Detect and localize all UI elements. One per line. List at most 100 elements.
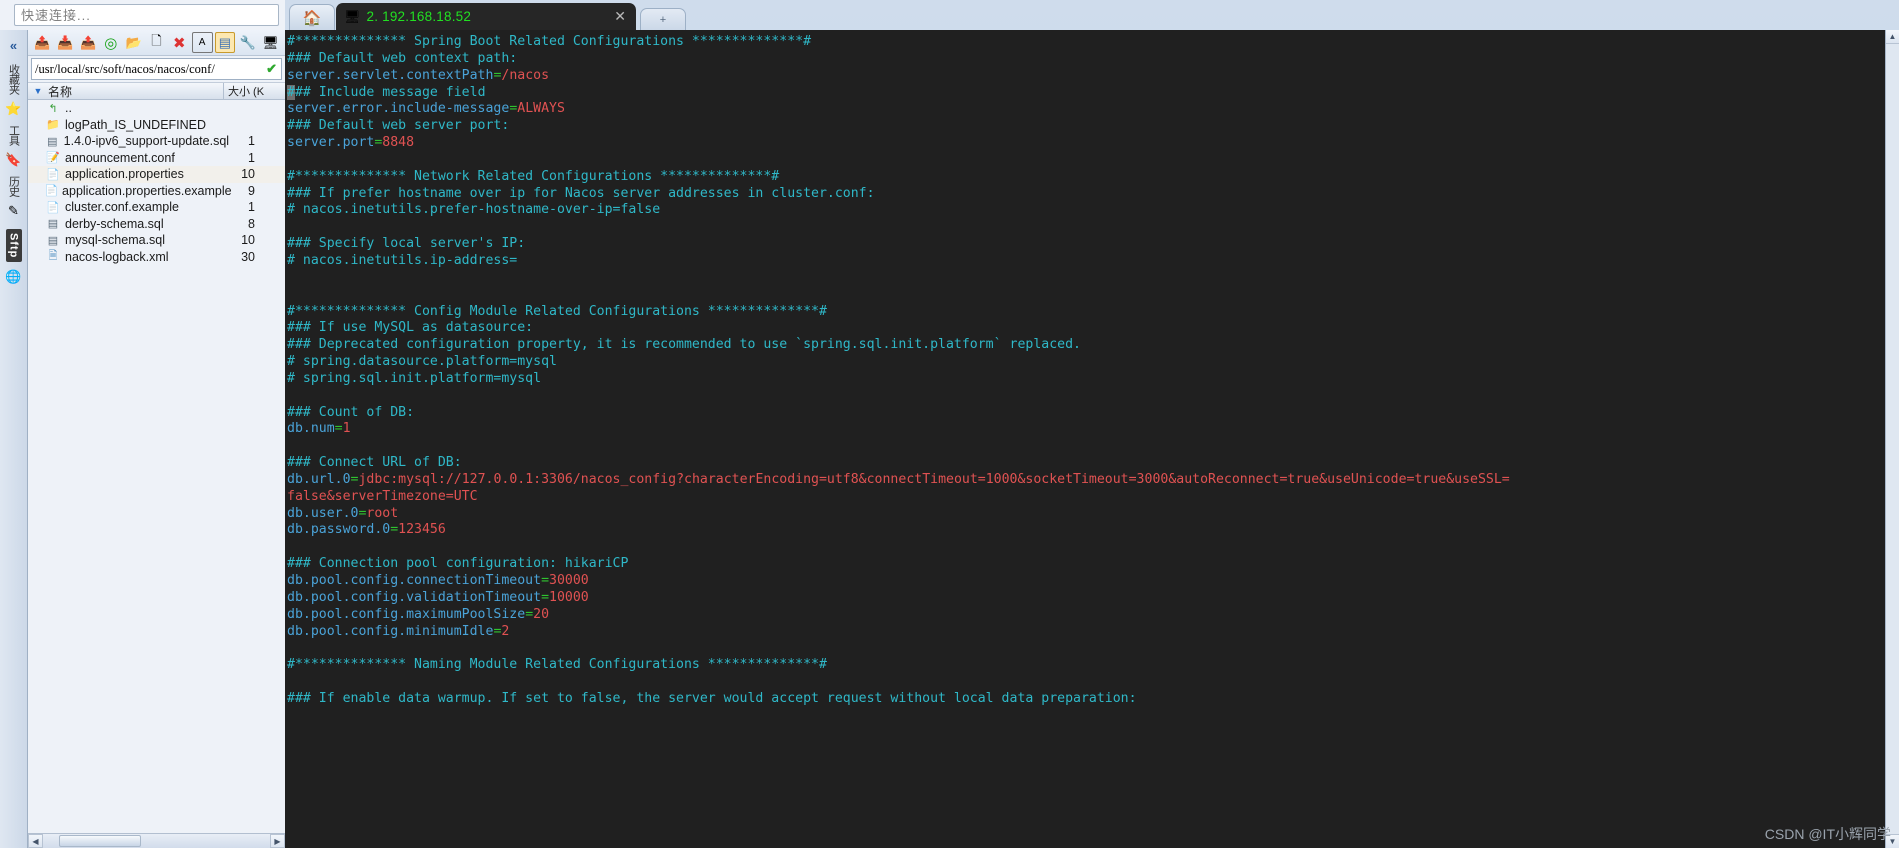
vertical-label-favorites[interactable]: 收藏夹 <box>8 64 20 94</box>
new-folder-icon[interactable]: 📂 <box>123 32 144 53</box>
close-icon[interactable]: ✕ <box>596 8 626 25</box>
sftp-body: « 收藏夹 ⭐ 工具 🔖 历史 ✎ Sftp 🌐 📤 📥 📤 ◎ 📂 🗋 ✖ A… <box>0 30 285 848</box>
terminal-icon[interactable]: 🖥 <box>260 32 281 53</box>
terminal-span: #************** Naming Module Related Co… <box>287 657 827 673</box>
quick-connect-input[interactable]: 快速连接... <box>14 4 279 26</box>
terminal-span: 10000 <box>549 589 589 605</box>
horizontal-scrollbar[interactable]: ◀ ▶ <box>28 833 285 848</box>
rename-icon[interactable]: A <box>191 32 213 53</box>
vertical-label-history[interactable]: 历史 <box>8 176 20 196</box>
plain-file-icon: 📄 <box>44 185 59 198</box>
terminal-span: db.num <box>287 421 335 437</box>
file-row[interactable]: 📄 application.properties.example 9 <box>28 183 285 200</box>
terminal-span: db.pool.config.minimumIdle <box>287 623 494 639</box>
terminal-span: 30000 <box>549 573 589 588</box>
settings-icon[interactable]: 🔧 <box>237 32 258 53</box>
list-view-icon[interactable]: ▤ <box>214 32 236 53</box>
terminal-line: db.password.0=123456 <box>287 522 1885 539</box>
column-header-name[interactable]: 名称 <box>48 83 223 100</box>
scroll-track[interactable] <box>1886 44 1899 834</box>
file-name: application.properties <box>65 167 184 182</box>
tab-home[interactable]: 🏠 <box>289 4 335 30</box>
file-list[interactable]: ↰.. 📁 logPath_IS_UNDEFINED ▤ 1.4.0-ipv6_supp… <box>28 100 285 833</box>
scrollbar-thumb[interactable] <box>59 835 141 847</box>
scroll-left-icon[interactable]: ◀ <box>28 834 43 848</box>
file-row[interactable]: 🗎 nacos-logback.xml 30 <box>28 249 285 266</box>
terminal-span: ALWAYS <box>517 101 565 117</box>
pencil-icon[interactable]: ✎ <box>4 201 24 221</box>
terminal-span: = <box>541 573 550 588</box>
scroll-up-icon[interactable]: ▲ <box>1886 30 1899 44</box>
terminal-line: ### If enable data warmup. If set to fal… <box>287 691 1885 708</box>
refresh-icon[interactable]: ◎ <box>100 32 121 53</box>
file-row[interactable]: ▤ mysql-schema.sql 10 <box>28 232 285 249</box>
download-icon[interactable]: 📥 <box>55 32 76 53</box>
home-icon: 🏠 <box>302 9 322 27</box>
conf-file-icon: 📝 <box>46 152 60 165</box>
upload-icon[interactable]: 📤 <box>78 32 99 53</box>
column-header-size[interactable]: 大小 (K <box>223 83 285 99</box>
new-file-icon[interactable]: 🗋 <box>146 32 167 53</box>
terminal-output[interactable]: #************** Spring Boot Related Conf… <box>285 30 1885 848</box>
file-row[interactable]: ▤ derby-schema.sql 8 <box>28 216 285 233</box>
terminal-line: db.pool.config.minimumIdle=2 <box>287 624 1885 641</box>
globe-icon[interactable]: 🌐 <box>4 267 24 287</box>
sftp-browser: 📤 📥 📤 ◎ 📂 🗋 ✖ A ▤ 🔧 🖥 /usr/local/src/sof… <box>28 30 285 848</box>
file-row[interactable]: 📄 cluster.conf.example 1 <box>28 199 285 216</box>
plain-file-icon: 📄 <box>46 201 60 214</box>
terminal-span: #************** Spring Boot Related Conf… <box>287 34 812 49</box>
file-row[interactable]: ▤ 1.4.0-ipv6_support-update.sql 1 <box>28 133 285 150</box>
terminal-span: = <box>525 606 534 622</box>
file-size: 10 <box>241 167 255 182</box>
sql-file-icon: ▤ <box>47 218 59 231</box>
terminal-line: ### Deprecated configuration property, i… <box>287 337 1885 354</box>
terminal-span: ### Connection pool configuration: hikar… <box>287 556 629 572</box>
terminal-line: db.pool.config.validationTimeout=10000 <box>287 590 1885 607</box>
file-row[interactable]: 📝 announcement.conf 1 <box>28 150 285 167</box>
file-row[interactable]: 📁 logPath_IS_UNDEFINED <box>28 117 285 134</box>
path-bar[interactable]: /usr/local/src/soft/nacos/nacos/conf/ ✔ <box>31 58 282 80</box>
left-vertical-strip: « 收藏夹 ⭐ 工具 🔖 历史 ✎ Sftp 🌐 <box>0 30 28 848</box>
terminal-span: ## Include message field <box>294 84 486 100</box>
terminal-span: db.pool.config.connectionTimeout <box>287 573 542 588</box>
path-value[interactable]: /usr/local/src/soft/nacos/nacos/conf/ <box>32 62 262 77</box>
collapse-panel-button[interactable]: « <box>1 32 27 58</box>
sort-caret-icon[interactable]: ▼ <box>28 86 48 96</box>
bookmark-icon[interactable]: 🔖 <box>4 150 24 170</box>
tab-session[interactable]: 🖥 2. 192.168.18.52 ✕ <box>336 3 636 30</box>
vertical-label-tools[interactable]: 工具 <box>8 125 20 145</box>
file-name: derby-schema.sql <box>65 216 164 231</box>
path-confirm-icon[interactable]: ✔ <box>262 61 281 77</box>
terminal-line: #************** Config Module Related Co… <box>287 304 1885 321</box>
delete-icon[interactable]: ✖ <box>169 32 190 53</box>
terminal-span: # spring.sql.init.platform=mysql <box>287 370 542 386</box>
terminal-line: # nacos.inetutils.prefer-hostname-over-i… <box>287 202 1885 219</box>
terminal-line: ### Specify local server's IP: <box>287 236 1885 253</box>
terminal-line: server.servlet.contextPath=/nacos <box>287 68 1885 85</box>
terminal-span: false&serverTimezone=UTC <box>287 488 478 504</box>
parent-dir-icon: ↰ <box>48 102 58 115</box>
terminal-span: 2 <box>501 623 510 639</box>
file-row[interactable]: 📄 application.properties 10 <box>28 166 285 183</box>
new-tab-button[interactable]: + <box>640 8 686 30</box>
terminal-line: #************** Naming Module Related Co… <box>287 657 1885 674</box>
upload-parent-icon[interactable]: 📤 <box>32 32 53 53</box>
sftp-tab-badge[interactable]: Sftp <box>5 229 22 263</box>
terminal-span: ### Deprecated configuration property, i… <box>287 337 1081 353</box>
monitor-icon: 🖥 <box>344 9 361 24</box>
tab-session-label: 2. 192.168.18.52 <box>366 9 472 24</box>
file-name: .. <box>65 101 72 116</box>
terminal-line: server.error.include-message=ALWAYS <box>287 101 1885 118</box>
file-row[interactable]: ↰.. <box>28 100 285 117</box>
star-icon[interactable]: ⭐ <box>4 99 24 119</box>
terminal-span: db.pool.config.maximumPoolSize <box>287 606 526 622</box>
terminal-scrollbar[interactable]: ▲ ▼ <box>1885 30 1899 848</box>
xml-file-icon: 🗎 <box>48 250 58 263</box>
scroll-right-icon[interactable]: ▶ <box>270 834 285 848</box>
terminal-line: ### Default web context path: <box>287 51 1885 68</box>
terminal-line: db.num=1 <box>287 421 1885 438</box>
terminal-span: 1 <box>342 421 351 437</box>
